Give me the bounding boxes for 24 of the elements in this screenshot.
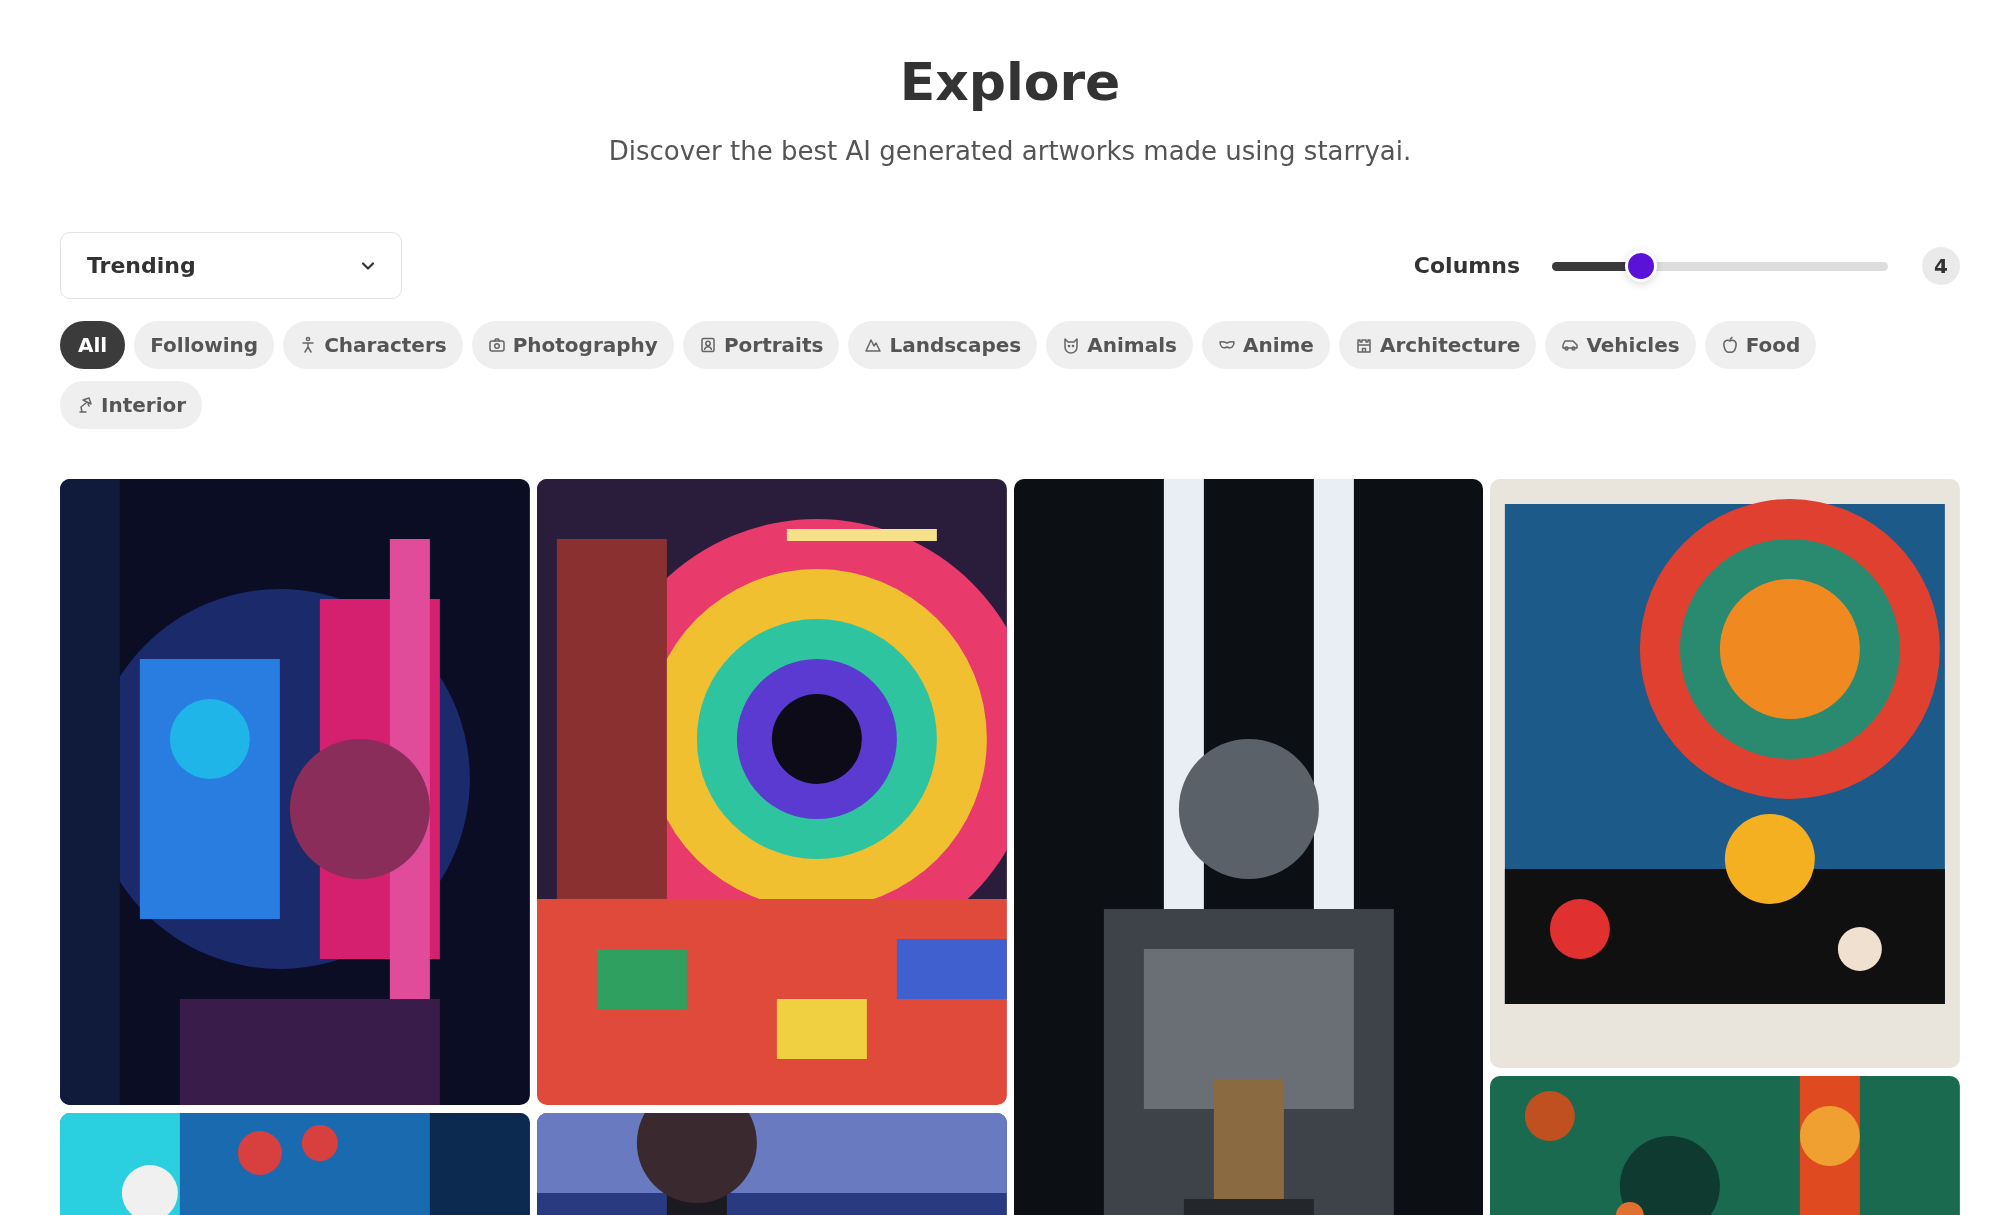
cat-icon (1062, 336, 1081, 354)
category-chip[interactable]: Food (1704, 321, 1817, 369)
category-chip[interactable]: Landscapes (848, 321, 1038, 369)
portrait-icon (698, 336, 717, 354)
sort-dropdown[interactable]: Trending (60, 232, 402, 299)
category-chip[interactable]: Architecture (1338, 321, 1537, 369)
mountain-icon (864, 336, 883, 354)
page-title: Explore (898, 52, 1122, 112)
category-chip[interactable]: Interior (60, 381, 203, 429)
category-chip[interactable]: Portraits (682, 321, 840, 369)
category-chip[interactable]: Anime (1201, 321, 1330, 369)
category-chip[interactable]: Photography (471, 321, 674, 369)
category-chip[interactable]: Vehicles (1545, 321, 1696, 369)
camera-icon (487, 336, 506, 354)
castle-icon (1354, 336, 1373, 354)
slider-label: Columns (1413, 253, 1520, 278)
column-count: 4 (1922, 246, 1960, 285)
apple-icon (1720, 336, 1739, 354)
category-chip[interactable]: Following (134, 321, 275, 369)
category-chip[interactable]: All (60, 321, 126, 369)
category-chip[interactable]: Animals (1046, 321, 1193, 369)
lamp-icon (76, 396, 94, 414)
page-subtitle: Discover the best AI generated artworks made using starryai. (607, 136, 1413, 166)
category-chip[interactable]: Characters (283, 321, 463, 369)
